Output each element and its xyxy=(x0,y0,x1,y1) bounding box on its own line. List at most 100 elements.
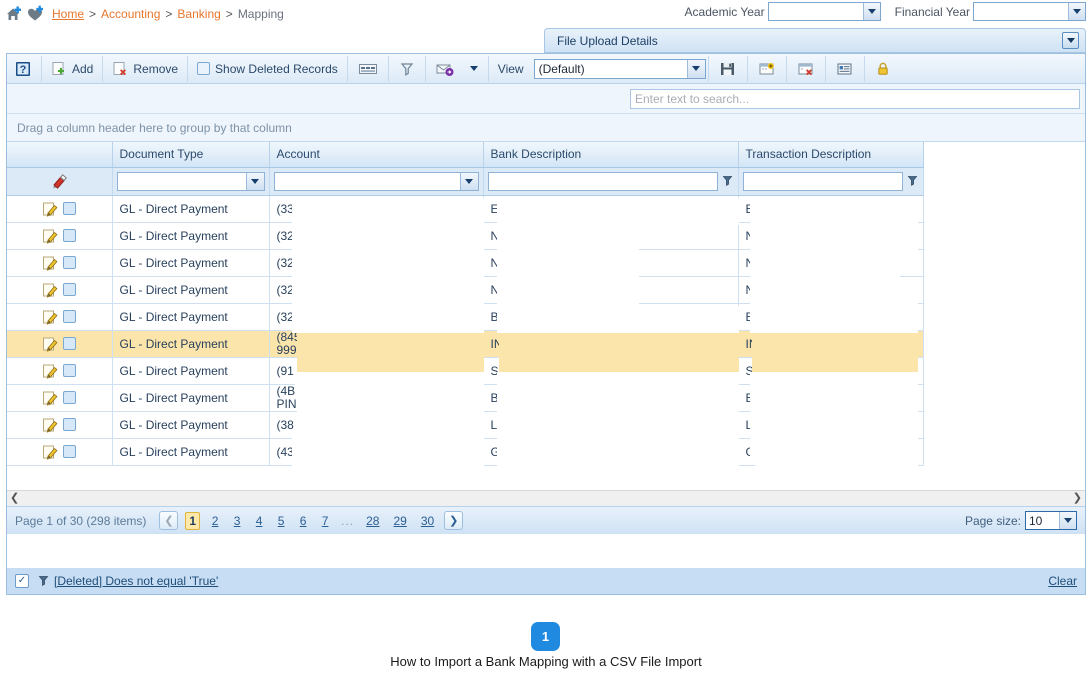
pager-page-2[interactable]: 2 xyxy=(208,513,222,529)
breadcrumb-item-mapping: Mapping xyxy=(237,7,284,21)
column-header-account[interactable]: Account xyxy=(269,142,484,168)
help-button[interactable]: ? xyxy=(7,56,39,82)
financial-year-caret[interactable] xyxy=(1068,3,1085,20)
pager-page-29[interactable]: 29 xyxy=(390,513,409,529)
breadcrumb-item-banking[interactable]: Banking xyxy=(177,7,220,21)
pager-page-4[interactable]: 4 xyxy=(252,513,266,529)
edit-pencil-icon xyxy=(43,445,58,460)
export-dropdown-button[interactable] xyxy=(462,56,486,82)
column-header-transaction-description[interactable]: Transaction Description xyxy=(738,142,924,168)
row-select-checkbox[interactable] xyxy=(63,283,77,296)
row-actions-cell[interactable] xyxy=(7,330,113,358)
row-select-checkbox[interactable] xyxy=(63,391,77,404)
filter-dropdown-document-type[interactable] xyxy=(116,171,265,191)
scroll-left-arrow-icon[interactable]: ❮ xyxy=(10,493,19,504)
row-select-checkbox[interactable] xyxy=(63,337,77,350)
pager-page-28[interactable]: 28 xyxy=(363,513,382,529)
view-dropdown[interactable]: (Default) xyxy=(533,58,706,79)
export-button[interactable] xyxy=(428,56,462,82)
filter-caret-account[interactable] xyxy=(459,172,478,190)
row-actions-cell[interactable] xyxy=(7,438,113,466)
view-dropdown-caret[interactable] xyxy=(686,59,705,78)
search-input[interactable] xyxy=(630,88,1080,109)
delete-view-button[interactable] xyxy=(789,56,823,82)
page-size-caret[interactable] xyxy=(1059,512,1076,529)
lock-button[interactable] xyxy=(867,56,899,82)
filter-button[interactable] xyxy=(391,56,423,82)
row-actions-cell[interactable] xyxy=(7,276,113,304)
add-button[interactable]: Add xyxy=(44,56,100,82)
filter-text-transaction-description[interactable] xyxy=(742,171,919,191)
filter-input-bank-description[interactable] xyxy=(487,171,718,191)
column-chooser-button[interactable] xyxy=(350,56,386,82)
pager-next-button[interactable]: ❯ xyxy=(444,511,464,530)
chevron-down-icon[interactable] xyxy=(1062,32,1079,49)
column-header-bank-description[interactable]: Bank Description xyxy=(483,142,739,168)
edit-pencil-icon xyxy=(43,283,58,298)
filter-input-transaction-description[interactable] xyxy=(742,171,903,191)
row-select-checkbox[interactable] xyxy=(63,229,77,242)
pager-page-3[interactable]: 3 xyxy=(230,513,244,529)
toolbar-separator xyxy=(863,55,865,82)
pager-page-6[interactable]: 6 xyxy=(296,513,310,529)
row-actions-cell[interactable] xyxy=(7,411,113,439)
filter-cell-account[interactable] xyxy=(269,167,484,196)
filter-status-bar: ✓ [Deleted] Does not equal 'True' Clear xyxy=(6,568,1086,595)
redaction-overlay xyxy=(497,399,739,438)
filter-enabled-checkbox[interactable]: ✓ xyxy=(15,574,29,588)
pager-previous-button[interactable]: ❮ xyxy=(159,511,179,530)
home-plus-icon[interactable] xyxy=(4,5,24,23)
remove-button[interactable]: Remove xyxy=(105,56,185,82)
filter-expression[interactable]: [Deleted] Does not equal 'True' xyxy=(54,574,218,588)
grid-horizontal-scrollbar[interactable]: ❮ ❯ xyxy=(7,490,1085,506)
breadcrumb-item-accounting[interactable]: Accounting xyxy=(101,7,160,21)
toolbar-separator xyxy=(424,55,426,82)
pager-page-numbers: 1 2 3 4 5 6 7... 28 29 30 xyxy=(181,511,441,530)
filter-cell-document-type[interactable] xyxy=(112,167,270,196)
save-view-button[interactable] xyxy=(711,56,745,82)
row-select-checkbox[interactable] xyxy=(63,445,77,458)
file-upload-details-panel-header[interactable]: File Upload Details xyxy=(544,28,1086,53)
heart-plus-icon[interactable] xyxy=(26,5,46,23)
new-view-button[interactable] xyxy=(750,56,784,82)
row-select-checkbox[interactable] xyxy=(63,202,77,215)
cell-document-type: GL - Direct Payment xyxy=(112,438,270,466)
row-actions-cell[interactable] xyxy=(7,357,113,385)
row-actions-cell[interactable] xyxy=(7,384,113,412)
export-mail-icon xyxy=(436,64,454,76)
row-actions-cell[interactable] xyxy=(7,303,113,331)
svg-text:?: ? xyxy=(20,64,27,76)
annotation-badge: 1 xyxy=(531,622,560,651)
filter-dropdown-account[interactable] xyxy=(273,171,479,191)
redaction-overlay xyxy=(497,438,739,465)
scroll-right-arrow-icon[interactable]: ❯ xyxy=(1073,493,1082,504)
checkbox-box[interactable] xyxy=(197,62,211,75)
row-actions-cell[interactable] xyxy=(7,249,113,277)
filter-cell-transaction-description[interactable] xyxy=(738,167,924,196)
clear-filter-link[interactable]: Clear xyxy=(1048,574,1077,588)
show-deleted-records-checkbox[interactable]: Show Deleted Records xyxy=(190,56,345,82)
view-list-button[interactable] xyxy=(828,56,862,82)
row-select-checkbox[interactable] xyxy=(63,256,77,269)
pager-page-30[interactable]: 30 xyxy=(418,513,437,529)
breadcrumb-item-home[interactable]: Home xyxy=(52,7,84,21)
filter-clear-cell[interactable] xyxy=(7,167,113,196)
clear-filter-eraser-icon[interactable] xyxy=(11,172,108,190)
row-actions-cell[interactable] xyxy=(7,222,113,250)
row-select-checkbox[interactable] xyxy=(63,310,77,323)
page-size-dropdown[interactable]: 10 xyxy=(1025,511,1077,530)
filter-cell-bank-description[interactable] xyxy=(483,167,739,196)
column-header-document-type[interactable]: Document Type xyxy=(112,142,270,168)
academic-year-caret[interactable] xyxy=(862,3,880,20)
financial-year-dropdown[interactable] xyxy=(973,2,1086,21)
filter-caret-document-type[interactable] xyxy=(245,172,264,190)
filter-text-bank-description[interactable] xyxy=(487,171,734,191)
row-select-checkbox[interactable] xyxy=(63,364,77,377)
academic-year-dropdown[interactable] xyxy=(767,2,881,21)
group-by-panel[interactable]: Drag a column header here to group by th… xyxy=(7,114,1085,142)
row-select-checkbox[interactable] xyxy=(63,418,77,431)
pager-page-7[interactable]: 7 xyxy=(318,513,332,529)
pager-page-1[interactable]: 1 xyxy=(185,511,201,530)
pager-page-5[interactable]: 5 xyxy=(274,513,288,529)
row-actions-cell[interactable] xyxy=(7,195,113,223)
